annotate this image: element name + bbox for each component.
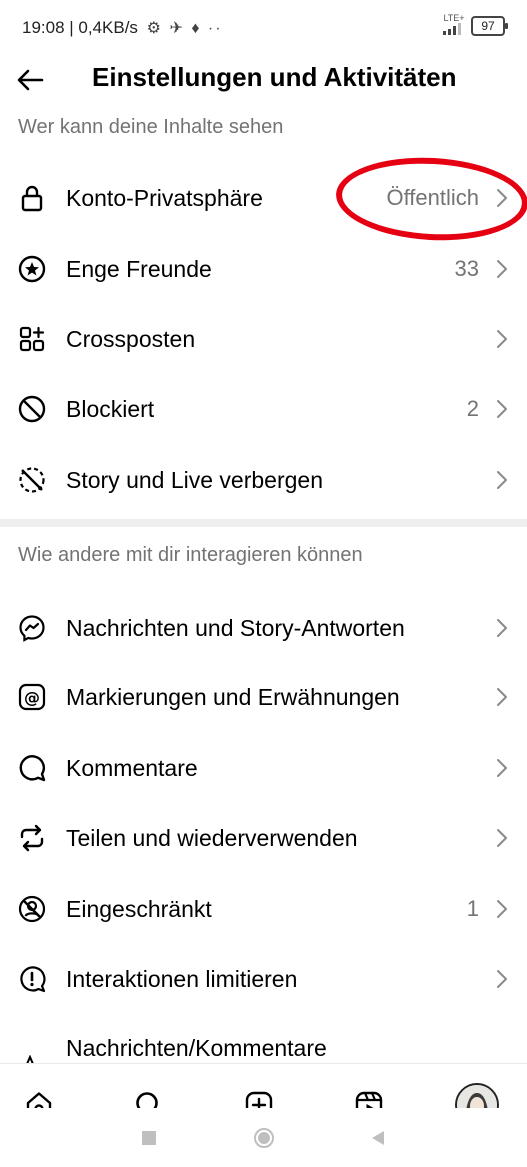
page-title: Einstellungen und Aktivitäten: [92, 62, 457, 92]
arrow-left-icon: [17, 69, 44, 91]
section-title-visibility: Wer kann deine Inhalte sehen: [18, 116, 284, 138]
row-close-friends[interactable]: Enge Freunde 33: [0, 236, 527, 302]
row-label: Enge Freunde: [66, 256, 212, 282]
section-divider: [0, 519, 527, 527]
row-sharing-reuse[interactable]: Teilen und wiederverwenden: [0, 805, 527, 871]
recents-square-icon[interactable]: [137, 1126, 161, 1150]
messenger-icon: [19, 615, 45, 642]
chevron-right-icon: [497, 260, 507, 278]
status-bar: 19:08 | 0,4KB/s ⚙ ✈ ♦ ·· LTE+ 97: [0, 0, 527, 52]
network-type: LTE+: [443, 13, 465, 23]
chevron-right-icon: [497, 900, 507, 918]
close-friends-star-icon: [18, 255, 46, 283]
restricted-icon: [18, 895, 46, 923]
row-label: Teilen und wiederverwenden: [66, 825, 358, 851]
signal-bars-icon: [443, 23, 461, 35]
row-comments[interactable]: Kommentare: [0, 735, 527, 801]
blocked-icon: [18, 395, 46, 423]
svg-text:@: @: [24, 688, 40, 707]
row-blocked[interactable]: Blockiert 2: [0, 376, 527, 442]
comment-icon: [19, 755, 46, 782]
row-label: Kommentare: [66, 755, 198, 781]
chevron-right-icon: [497, 970, 507, 988]
header: Einstellungen und Aktivitäten: [0, 50, 527, 106]
row-label: Konto-Privatsphäre: [66, 185, 263, 211]
system-nav-bar: [0, 1108, 527, 1167]
chevron-right-icon: [497, 688, 507, 706]
chevron-right-icon: [497, 471, 507, 489]
section-title-interactions: Wie andere mit dir interagieren können: [18, 544, 363, 566]
row-label: Story und Live verbergen: [66, 467, 323, 493]
row-value: 1: [466, 896, 479, 921]
row-restricted[interactable]: Eingeschränkt 1: [0, 876, 527, 942]
chevron-right-icon: [497, 330, 507, 348]
share-reuse-icon: [20, 824, 44, 852]
back-triangle-icon[interactable]: [366, 1126, 390, 1150]
row-hidden-words[interactable]: Nachrichten/Kommentare: [0, 1025, 527, 1065]
row-tags-mentions[interactable]: @ Markierungen und Erwähnungen: [0, 664, 527, 730]
row-limit-interactions[interactable]: Interaktionen limitieren: [0, 946, 527, 1012]
status-right: LTE+ 97: [443, 14, 508, 37]
limit-interactions-icon: [20, 966, 46, 993]
status-time: 19:08 | 0,4KB/s: [22, 18, 138, 37]
row-value: 2: [466, 396, 479, 421]
chevron-right-icon: [497, 759, 507, 777]
row-label: Blockiert: [66, 396, 155, 422]
row-label: Interaktionen limitieren: [66, 966, 298, 992]
row-messages-story-replies[interactable]: Nachrichten und Story-Antworten: [0, 595, 527, 661]
row-label: Nachrichten und Story-Antworten: [66, 615, 405, 641]
row-label: Markierungen und Erwähnungen: [66, 684, 400, 710]
back-button[interactable]: [12, 60, 52, 100]
status-left: 19:08 | 0,4KB/s ⚙ ✈ ♦ ··: [22, 18, 223, 38]
row-label: Crossposten: [66, 326, 196, 352]
notification-icons: ⚙ ✈ ♦ ··: [146, 20, 223, 37]
battery-icon: 97: [471, 15, 508, 36]
row-label: Eingeschränkt: [66, 896, 212, 922]
chevron-right-icon: [497, 619, 507, 637]
signal-icon: LTE+: [443, 14, 465, 37]
row-value: 33: [454, 256, 479, 281]
chevron-right-icon: [497, 829, 507, 847]
row-label: Nachrichten/Kommentare: [66, 1035, 327, 1061]
home-circle-icon[interactable]: [252, 1126, 276, 1150]
crossposting-icon: [19, 326, 45, 352]
row-crossposting[interactable]: Crossposten: [0, 306, 527, 372]
row-hide-story-live[interactable]: Story und Live verbergen: [0, 447, 527, 513]
hide-story-icon: [19, 467, 45, 493]
battery-level: 97: [481, 18, 495, 33]
at-mention-icon: @: [18, 683, 46, 711]
lock-icon: [21, 185, 43, 212]
chevron-right-icon: [497, 400, 507, 418]
